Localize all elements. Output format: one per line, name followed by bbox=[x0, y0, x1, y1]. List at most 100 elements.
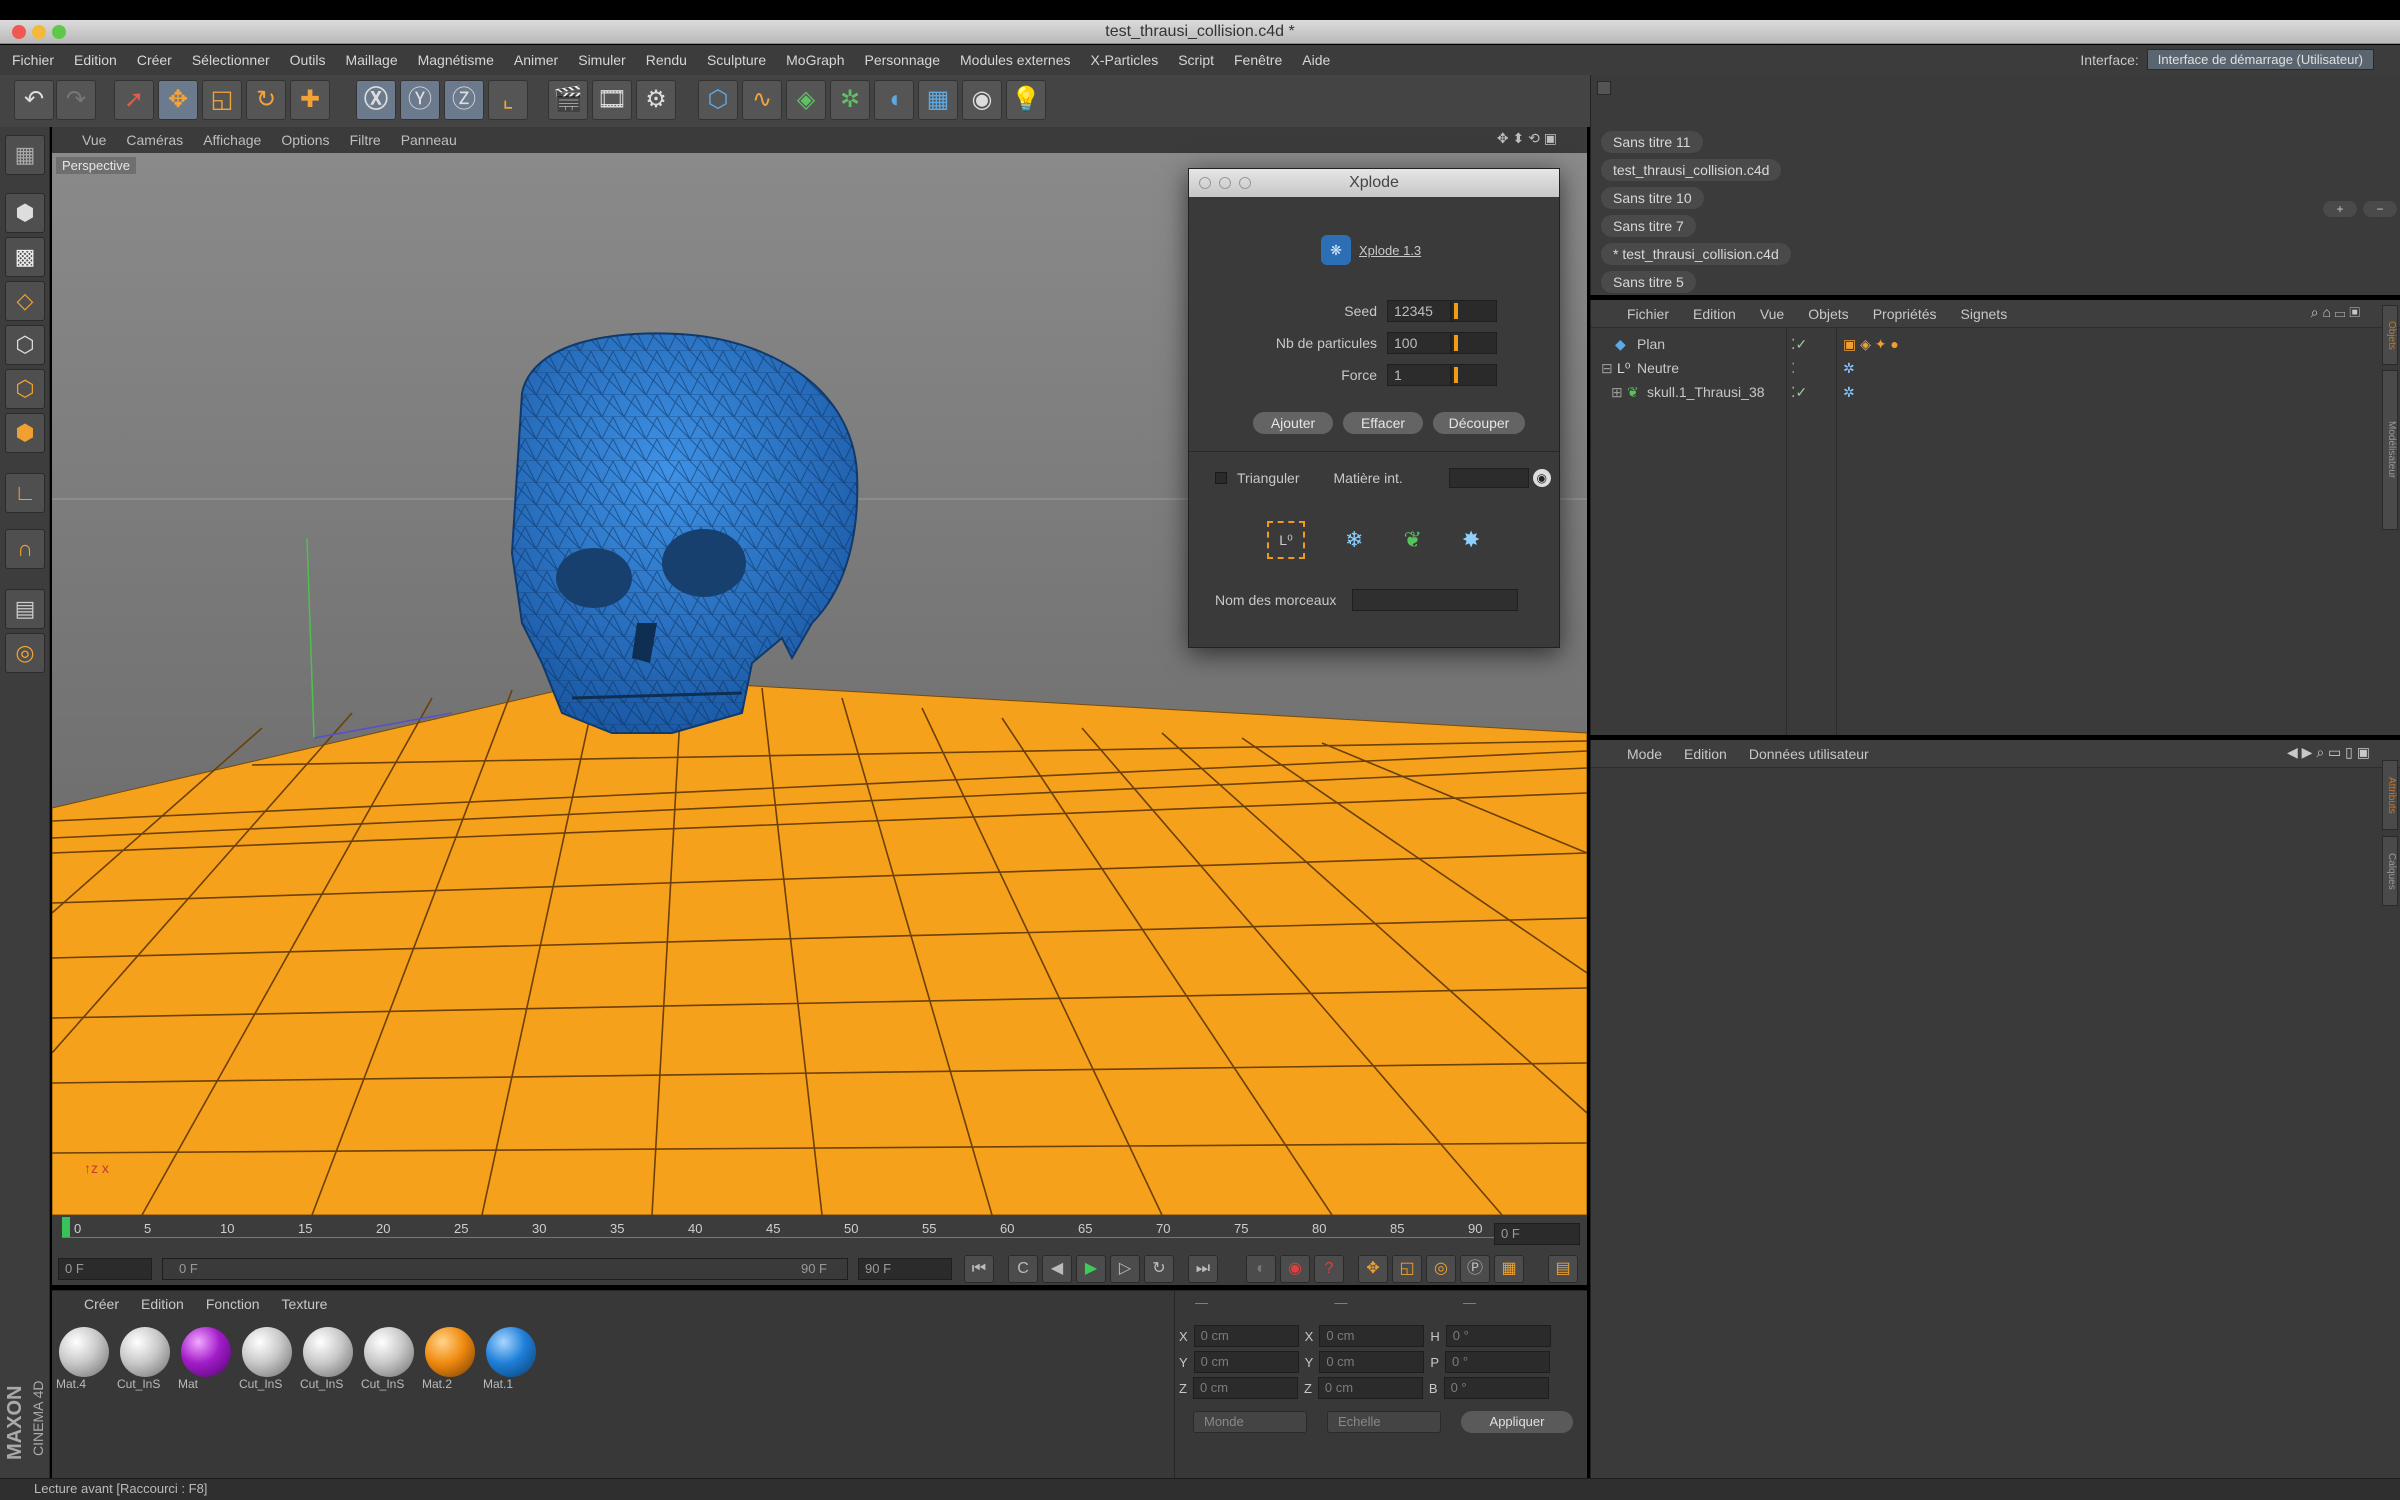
scale-key-icon[interactable]: ◱ bbox=[1392, 1255, 1422, 1283]
model-mode-icon[interactable]: ⬢ bbox=[5, 193, 45, 233]
matiere-field[interactable] bbox=[1448, 468, 1529, 488]
menu-animer[interactable]: Animer bbox=[514, 52, 558, 68]
viewport-menu-options[interactable]: Options bbox=[281, 132, 329, 148]
move-tool-icon[interactable]: ✥ bbox=[158, 80, 198, 120]
array-icon[interactable]: ✲ bbox=[830, 80, 870, 120]
material-swatch[interactable]: Mat.2 bbox=[422, 1327, 478, 1391]
position-y-field[interactable]: 0 cm bbox=[1193, 1351, 1299, 1373]
om-menu-objets[interactable]: Objets bbox=[1808, 306, 1848, 322]
particles-input[interactable]: 100 bbox=[1387, 332, 1451, 354]
next-frame-icon[interactable]: ▷ bbox=[1110, 1255, 1140, 1283]
viewport-menu-cameras[interactable]: Caméras bbox=[126, 132, 183, 148]
material-swatch[interactable]: Cut_InS bbox=[117, 1327, 173, 1391]
document-tab[interactable]: Sans titre 5 bbox=[1601, 271, 1696, 293]
document-tab-active[interactable]: * test_thrausi_collision.c4d bbox=[1601, 243, 1791, 265]
material-swatch[interactable]: Mat.1 bbox=[483, 1327, 539, 1391]
go-to-end-icon[interactable]: ⏭ bbox=[1188, 1255, 1218, 1283]
keyframe-selection-icon[interactable]: ? bbox=[1314, 1255, 1344, 1283]
mat-menu-edition[interactable]: Edition bbox=[141, 1296, 184, 1312]
y-axis-icon[interactable]: Ⓨ bbox=[400, 80, 440, 120]
coordinate-system-icon[interactable]: ⌞ bbox=[488, 80, 528, 120]
points-mode-icon[interactable]: ⬡ bbox=[5, 325, 45, 365]
object-name[interactable]: skull.1_Thrausi_38 bbox=[1647, 380, 1765, 404]
make-editable-icon[interactable]: ▦ bbox=[5, 135, 45, 175]
om-menu-edition[interactable]: Edition bbox=[1693, 306, 1736, 322]
object-row-plan[interactable]: ◆ Plan ⁚✓ ▣ ◈ ✦ ● bbox=[1591, 332, 2400, 356]
mat-menu-fonction[interactable]: Fonction bbox=[206, 1296, 260, 1312]
dialog-close-icon[interactable] bbox=[1199, 177, 1211, 189]
polygons-mode-icon[interactable]: ⬢ bbox=[5, 413, 45, 453]
document-tab[interactable]: Sans titre 10 bbox=[1601, 187, 1704, 209]
apply-button[interactable]: Appliquer bbox=[1461, 1411, 1573, 1433]
interface-dropdown[interactable]: Interface de démarrage (Utilisateur) bbox=[2146, 49, 2374, 70]
undo-icon[interactable]: ↶ bbox=[14, 80, 54, 120]
am-menu-edition[interactable]: Edition bbox=[1684, 746, 1727, 762]
position-x-field[interactable]: 0 cm bbox=[1193, 1325, 1299, 1347]
size-y-field[interactable]: 0 cm bbox=[1319, 1351, 1425, 1373]
cube-icon[interactable]: ⬡ bbox=[698, 80, 738, 120]
position-key-icon[interactable]: ✥ bbox=[1358, 1255, 1388, 1283]
position-z-field[interactable]: 0 cm bbox=[1192, 1377, 1298, 1399]
om-menu-vue[interactable]: Vue bbox=[1760, 306, 1784, 322]
document-tab[interactable]: Sans titre 7 bbox=[1601, 215, 1696, 237]
frame-range-slider[interactable]: 0 F 90 F bbox=[162, 1258, 848, 1280]
objects-side-tab[interactable]: Objets bbox=[2382, 305, 2398, 365]
visibility-dots-icon[interactable]: ⁚✓ bbox=[1791, 380, 1807, 404]
menu-aide[interactable]: Aide bbox=[1302, 52, 1330, 68]
previous-key-icon[interactable]: C bbox=[1008, 1255, 1038, 1283]
size-x-field[interactable]: 0 cm bbox=[1319, 1325, 1425, 1347]
render-settings-icon[interactable]: ⚙ bbox=[636, 80, 676, 120]
render-picture-viewer-icon[interactable]: 🎞 bbox=[592, 80, 632, 120]
play-forward-icon[interactable]: ▶ bbox=[1076, 1255, 1106, 1283]
texture-mode-icon[interactable]: ▩ bbox=[5, 237, 45, 277]
scale-select[interactable]: Echelle bbox=[1327, 1411, 1441, 1433]
parameter-key-icon[interactable]: Ⓟ bbox=[1460, 1255, 1490, 1283]
seed-slider[interactable] bbox=[1451, 300, 1497, 322]
z-axis-icon[interactable]: Ⓩ bbox=[444, 80, 484, 120]
menu-selectionner[interactable]: Sélectionner bbox=[192, 52, 270, 68]
axis-mode-icon[interactable]: ∟ bbox=[5, 473, 45, 513]
visibility-dots-icon[interactable]: ⁚ bbox=[1791, 356, 1795, 380]
object-row-neutre[interactable]: ⊟ L⁰ Neutre ⁚ ✲ bbox=[1591, 356, 2400, 380]
render-view-icon[interactable]: 🎬 bbox=[548, 80, 588, 120]
xplode-version-link[interactable]: Xplode 1.3 bbox=[1359, 243, 1421, 258]
structure-side-tab[interactable]: Modélisateur bbox=[2382, 370, 2398, 530]
am-menu-user-data[interactable]: Données utilisateur bbox=[1749, 746, 1869, 762]
object-row-skull[interactable]: ⊞ ❦ skull.1_Thrausi_38 ⁚✓ ✲ bbox=[1591, 380, 2400, 404]
seed-input[interactable]: 12345 bbox=[1387, 300, 1451, 322]
cut-button[interactable]: Découper bbox=[1433, 412, 1525, 434]
am-nav-icons[interactable]: ◀ ▶ ⌕ ▭ ▯ ▣ bbox=[2287, 744, 2370, 761]
menu-magnetisme[interactable]: Magnétisme bbox=[418, 52, 494, 68]
menu-sculpture[interactable]: Sculpture bbox=[707, 52, 766, 68]
floor-icon[interactable]: ▦ bbox=[918, 80, 958, 120]
camera-icon[interactable]: ◉ bbox=[962, 80, 1002, 120]
object-name[interactable]: Neutre bbox=[1637, 356, 1679, 380]
size-z-field[interactable]: 0 cm bbox=[1317, 1377, 1423, 1399]
expand-icon[interactable]: ⊟ bbox=[1601, 356, 1613, 380]
om-menu-fichier[interactable]: Fichier bbox=[1627, 306, 1669, 322]
viewport-menu-filtre[interactable]: Filtre bbox=[350, 132, 381, 148]
om-search-icon[interactable]: ⌕ ⌂ ▭ ▣ bbox=[2311, 304, 2360, 321]
previous-frame-icon[interactable]: ◀ bbox=[1042, 1255, 1072, 1283]
start-frame-field[interactable]: 0 F bbox=[58, 1258, 152, 1280]
playhead[interactable] bbox=[62, 1217, 70, 1237]
explode-icon[interactable]: ✸ bbox=[1462, 527, 1480, 553]
next-key-icon[interactable]: ↻ bbox=[1144, 1255, 1174, 1283]
viewport-menu-panneau[interactable]: Panneau bbox=[401, 132, 457, 148]
light-icon[interactable]: 💡 bbox=[1006, 80, 1046, 120]
dialog-minimize-icon[interactable] bbox=[1219, 177, 1231, 189]
autokey-icon[interactable]: ◉ bbox=[1280, 1255, 1310, 1283]
material-swatch[interactable]: Mat bbox=[178, 1327, 234, 1391]
material-swatch[interactable]: Cut_InS bbox=[300, 1327, 356, 1391]
viewport-menu-vue[interactable]: Vue bbox=[82, 132, 106, 148]
triangulate-checkbox[interactable] bbox=[1215, 472, 1227, 484]
workplane-lock-icon[interactable]: ▤ bbox=[5, 589, 45, 629]
menu-maillage[interactable]: Maillage bbox=[345, 52, 397, 68]
force-input[interactable]: 1 bbox=[1387, 364, 1451, 386]
om-menu-signets[interactable]: Signets bbox=[1961, 306, 2008, 322]
menu-simuler[interactable]: Simuler bbox=[578, 52, 625, 68]
viewport-nav-icons[interactable]: ✥ ⬍ ⟲ ▣ bbox=[1497, 130, 1557, 147]
attributes-side-tab[interactable]: Attributs bbox=[2382, 760, 2398, 830]
dialog-zoom-icon[interactable] bbox=[1239, 177, 1251, 189]
menu-personnage[interactable]: Personnage bbox=[864, 52, 940, 68]
